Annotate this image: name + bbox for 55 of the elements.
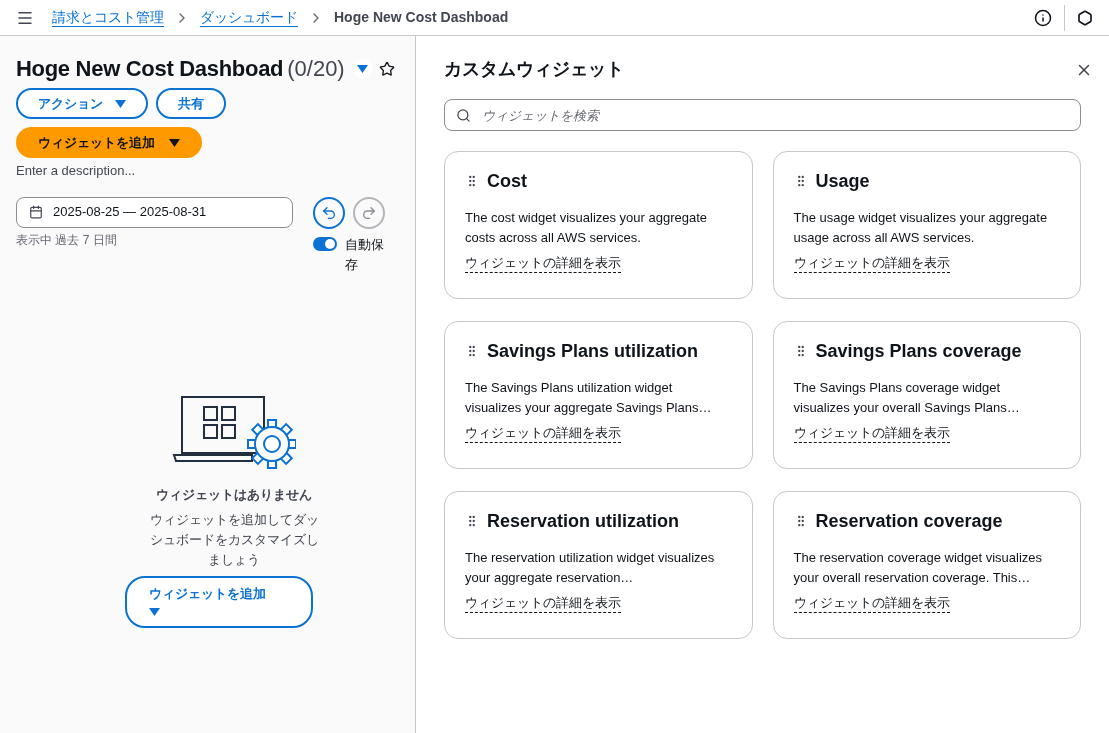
dashboard-title: Hoge New Cost Dashboad	[16, 55, 284, 83]
info-icon[interactable]	[1034, 8, 1052, 27]
widget-card[interactable]: Savings Plans coverage The Savings Plans coverage widget visualizes your overall Savings Plans… ウィジェットの詳細を表示	[772, 321, 1081, 469]
undo-icon	[321, 204, 337, 221]
empty-text: ウィジェットを追加してダッシュボードをカスタマイズしましょう	[148, 511, 320, 569]
widget-description: The reservation utilization widget visualizes your aggregate reservation…	[465, 549, 716, 587]
caret-icon	[115, 99, 126, 108]
add-widget-button[interactable]: ウィジェットを追加	[125, 576, 313, 628]
caret-icon	[169, 138, 180, 147]
widget-card[interactable]: Reservation coverage The reservation coverage widget visualizes your overall reservation coverage. This… ウィジェットの詳細を表示	[772, 491, 1081, 639]
widget-title: Savings Plans coverage	[815, 340, 1022, 362]
widget-count: (0/20)	[287, 55, 345, 83]
empty-title: ウィジェットはありません	[156, 485, 312, 504]
title-dropdown[interactable]	[352, 59, 373, 79]
undo-button[interactable]	[313, 196, 345, 229]
calendar-icon	[29, 205, 43, 219]
breadcrumb-link[interactable]: ダッシュボード	[200, 8, 298, 27]
breadcrumb-current: Hoge New Cost Dashboad	[334, 8, 509, 27]
search-field[interactable]: ウィジェットを検索	[444, 99, 1081, 131]
caret-icon	[149, 607, 160, 616]
widget-title: Reservation utilization	[487, 510, 680, 532]
description-placeholder[interactable]: Enter a description...	[16, 161, 399, 181]
widget-card[interactable]: Cost The cost widget visualizes your aggregate costs across all AWS services. ウィジェットの詳細を表示	[444, 151, 753, 299]
widget-description: The Savings Plans coverage widget visualizes your overall Savings Plans…	[793, 379, 1021, 417]
widget-details-link[interactable]: ウィジェットの詳細を表示	[465, 594, 621, 613]
breadcrumb-link[interactable]: 請求とコスト管理	[52, 8, 164, 27]
date-range-field[interactable]: 2025-08-25 — 2025-08-31	[16, 196, 293, 228]
widget-details-link[interactable]: ウィジェットの詳細を表示	[465, 254, 621, 273]
widget-title: Cost	[487, 170, 527, 192]
autosave-label: 自動保存	[345, 235, 385, 274]
widget-card[interactable]: Savings Plans utilization The Savings Plans utilization widget visualizes your aggregate Savings Plans… ウィジェットの詳細を表示	[444, 321, 753, 469]
add-widget-button[interactable]: ウィジェットを追加	[16, 127, 202, 158]
favorite-star-icon[interactable]	[378, 61, 395, 77]
hexagon-icon[interactable]	[1077, 9, 1093, 26]
widget-description: The Savings Plans utilization widget visualizes your aggregate Savings Plans…	[465, 379, 713, 417]
redo-icon	[361, 204, 377, 221]
widget-description: The cost widget visualizes your aggregate costs across all AWS services.	[465, 209, 709, 247]
date-hint: 表示中 過去 7 日間	[16, 231, 118, 249]
widget-description: The reservation coverage widget visualizes your overall reservation coverage. This…	[793, 549, 1044, 587]
widget-description: The usage widget visualizes your aggregate usage across all AWS services.	[793, 209, 1049, 247]
outline-button[interactable]: アクション	[16, 88, 148, 119]
search-icon	[456, 108, 471, 123]
caret-icon	[357, 65, 369, 73]
outline-button[interactable]: 共有	[156, 88, 226, 119]
widget-title: Reservation coverage	[815, 510, 1003, 532]
widget-details-link[interactable]: ウィジェットの詳細を表示	[793, 424, 950, 443]
widget-details-link[interactable]: ウィジェットの詳細を表示	[793, 594, 950, 613]
widget-card[interactable]: Reservation utilization The reservation utilization widget visualizes your aggregate reservation… ウィジェットの詳細を表示	[444, 491, 753, 639]
panel-title: カスタムウィジェット	[444, 58, 624, 81]
widget-title: Savings Plans utilization	[487, 340, 699, 362]
widget-details-link[interactable]: ウィジェットの詳細を表示	[465, 424, 621, 443]
widget-card[interactable]: Usage The usage widget visualizes your aggregate usage across all AWS services. ウィジェットの詳細を表示	[772, 151, 1081, 299]
widget-title: Usage	[815, 170, 870, 192]
autosave-toggle[interactable]	[313, 236, 337, 251]
widget-details-link[interactable]: ウィジェットの詳細を表示	[793, 254, 950, 273]
